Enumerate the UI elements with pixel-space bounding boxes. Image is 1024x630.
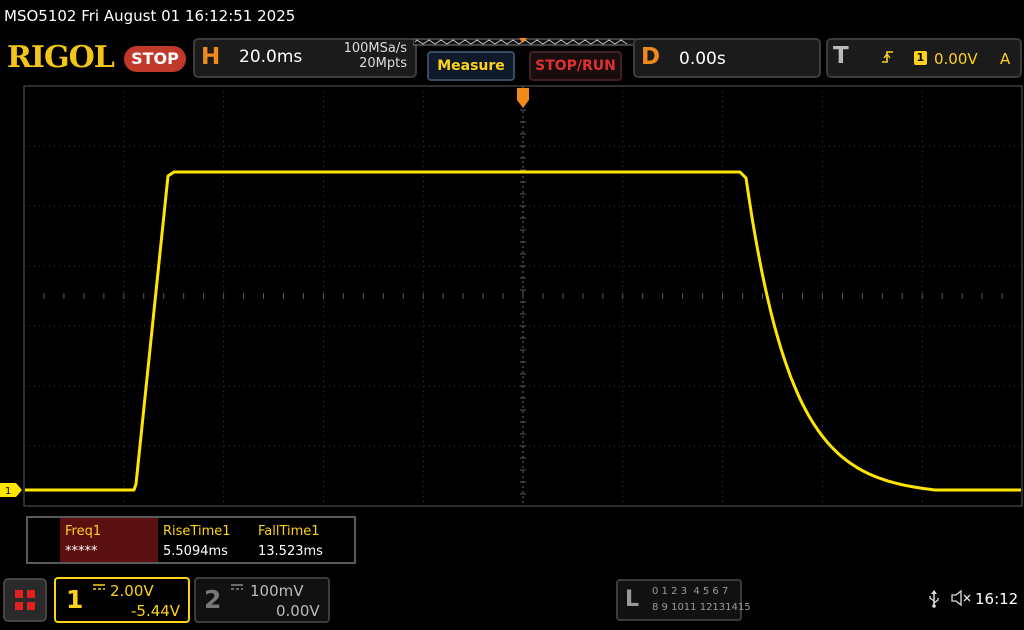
trigger-panel[interactable]: T 1 0.00V A (826, 38, 1022, 78)
stop-run-button[interactable]: STOP/RUN (529, 51, 622, 81)
graticule (23, 85, 1023, 507)
logic-channels-low: 0 1 2 3 4 5 6 7 (652, 586, 729, 597)
waveform-display[interactable] (0, 80, 1024, 512)
trigger-level: 0.00V (934, 50, 978, 68)
title-text: MSO5102 Fri August 01 16:12:51 2025 (4, 7, 296, 25)
title-bar: MSO5102 Fri August 01 16:12:51 2025 (0, 0, 1024, 34)
logic-analyzer-settings[interactable]: L 0 1 2 3 4 5 6 7 8 9 1011 12131415 (616, 579, 751, 621)
delay-panel[interactable]: D 0.00s (633, 38, 821, 78)
measurement-fall-time[interactable]: FallTime1 13.523ms (253, 518, 351, 562)
delay-value: 0.00s (679, 49, 726, 69)
delay-label: D (641, 44, 661, 70)
logic-analyzer-label: L (625, 587, 640, 612)
measurement-label: FallTime1 (258, 524, 320, 539)
channel2-scale: 100mV (250, 582, 304, 600)
system-clock: 16:12 (975, 590, 1019, 608)
rising-edge-icon (882, 51, 893, 63)
measurement-value: 13.523ms (258, 544, 323, 559)
measurement-panel[interactable]: Freq1 ***** RiseTime1 5.5094ms FallTime1… (26, 516, 356, 564)
measurement-value: ***** (65, 544, 98, 559)
measurement-value: 5.5094ms (163, 544, 228, 559)
channel1-number: 1 (66, 585, 84, 614)
speaker-muted-icon[interactable] (950, 589, 972, 607)
menu-grid-icon (15, 590, 35, 610)
measure-button[interactable]: Measure (427, 51, 515, 81)
dc-coupling-icon (231, 584, 243, 590)
memory-timeline (413, 38, 635, 46)
channel2-number: 2 (204, 585, 222, 614)
channel2-settings[interactable]: 2 100mV 0.00V (194, 577, 330, 623)
horizontal-label: H (201, 44, 221, 70)
trigger-source-badge: 1 (914, 51, 927, 65)
channel1-offset: -5.44V (131, 602, 181, 620)
channel1-settings[interactable]: 1 2.00V -5.44V (54, 577, 190, 623)
dc-coupling-icon (93, 584, 105, 590)
channel1-marker-label: 1 (5, 486, 11, 497)
channel1-scale: 2.00V (110, 582, 154, 600)
timebase-value: 20.0ms (239, 47, 303, 67)
trigger-time-marker[interactable] (517, 88, 529, 108)
measurement-label: RiseTime1 (163, 524, 231, 539)
rigol-logo: RIGOL (7, 40, 115, 75)
measurement-label: Freq1 (65, 524, 102, 539)
channel1-ground-marker[interactable]: 1 (0, 483, 24, 497)
trigger-mode: A (1000, 50, 1011, 68)
main-menu-button[interactable] (3, 578, 47, 622)
logic-channels-high: 8 9 1011 12131415 (652, 602, 751, 613)
horizontal-panel[interactable]: H 20.0ms 100MSa/s 20Mpts (193, 38, 417, 78)
channel2-offset: 0.00V (276, 602, 320, 620)
acquisition-info: 100MSa/s 20Mpts (323, 41, 407, 71)
measurement-rise-time[interactable]: RiseTime1 5.5094ms (158, 518, 256, 562)
sample-rate: 100MSa/s (343, 41, 407, 56)
trigger-label: T (833, 43, 849, 69)
memory-depth: 20Mpts (359, 56, 407, 71)
run-status-badge: STOP (124, 46, 186, 72)
usb-icon (929, 590, 939, 608)
measurement-freq[interactable]: Freq1 ***** (60, 518, 158, 562)
